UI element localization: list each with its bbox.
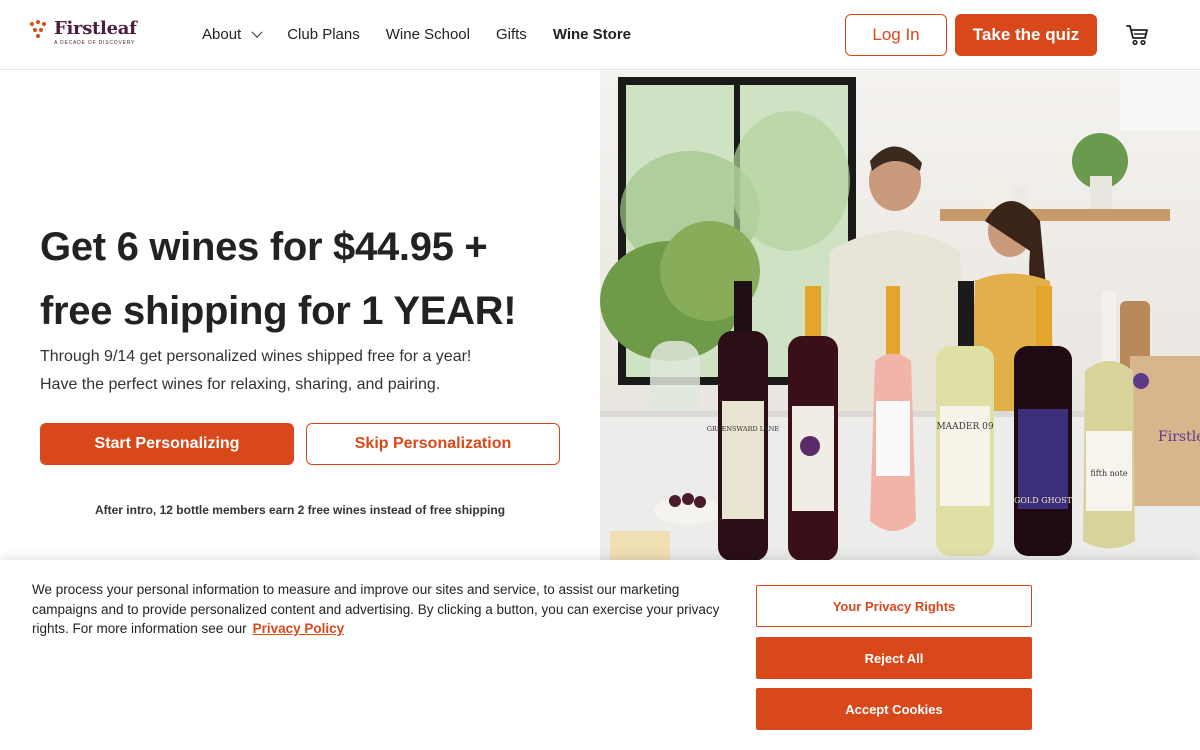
take-quiz-button[interactable]: Take the quiz [955, 14, 1097, 56]
cookie-text: We process your personal information to … [32, 580, 722, 639]
hero-subtitle: Through 9/14 get personalized wines ship… [40, 343, 580, 399]
nav-club-plans[interactable]: Club Plans [287, 26, 360, 43]
bottle-label-2: MAADER 09 [936, 422, 993, 432]
hero-footnote: After intro, 12 bottle members earn 2 fr… [94, 503, 506, 517]
accept-cookies-button[interactable]: Accept Cookies [756, 688, 1032, 730]
privacy-rights-button[interactable]: Your Privacy Rights [756, 585, 1032, 627]
nav-about[interactable]: About [202, 26, 263, 43]
hero-photo-illustration: Firstle GREENSWARD LANE MAADER 09 GOLD G… [600, 71, 1200, 560]
hero-title-line2: free shipping for 1 YEAR! [40, 289, 517, 333]
skip-personalization-button[interactable]: Skip Personalization [306, 423, 560, 465]
cart-icon[interactable] [1126, 24, 1150, 46]
hero-image: Firstle GREENSWARD LANE MAADER 09 GOLD G… [600, 71, 1200, 560]
hero-buttons: Start Personalizing Skip Personalization [40, 423, 560, 465]
firstleaf-logo[interactable]: Firstleaf A DECADE OF DISCOVERY [30, 20, 137, 46]
nav-gifts[interactable]: Gifts [496, 26, 527, 43]
start-personalizing-button[interactable]: Start Personalizing [40, 423, 294, 465]
grape-icon [30, 20, 48, 40]
nav-about-label: About [202, 26, 242, 43]
logo-tagline: A DECADE OF DISCOVERY [54, 40, 136, 46]
reject-all-button[interactable]: Reject All [756, 637, 1032, 679]
nav-wine-store[interactable]: Wine Store [553, 26, 631, 43]
main-nav: About Club Plans Wine School Gifts Wine … [202, 26, 657, 43]
chevron-down-icon [251, 26, 263, 38]
hero-sub-line2: Have the perfect wines for relaxing, sha… [40, 376, 441, 393]
cookie-banner: We process your personal information to … [0, 560, 1200, 750]
hero-title-line1: Get 6 wines for $44.95 + [40, 225, 488, 269]
nav-wine-school[interactable]: Wine School [386, 26, 470, 43]
site-header: Firstleaf A DECADE OF DISCOVERY About Cl… [0, 0, 1200, 70]
bottle-label-3: GOLD GHOST [1014, 496, 1073, 505]
bottle-label-4: fifth note [1090, 469, 1127, 478]
box-brand-text: Firstle [1158, 429, 1200, 445]
cookie-message: We process your personal information to … [32, 582, 720, 636]
hero-sub-line1: Through 9/14 get personalized wines ship… [40, 348, 472, 365]
logo-name: Firstleaf [54, 18, 137, 39]
privacy-policy-link[interactable]: Privacy Policy [253, 621, 345, 636]
login-button[interactable]: Log In [845, 14, 947, 56]
hero-title: Get 6 wines for $44.95 + free shipping f… [40, 215, 580, 343]
hero-copy: Get 6 wines for $44.95 + free shipping f… [40, 215, 580, 399]
bottle-label-1: GREENSWARD LANE [707, 425, 780, 433]
